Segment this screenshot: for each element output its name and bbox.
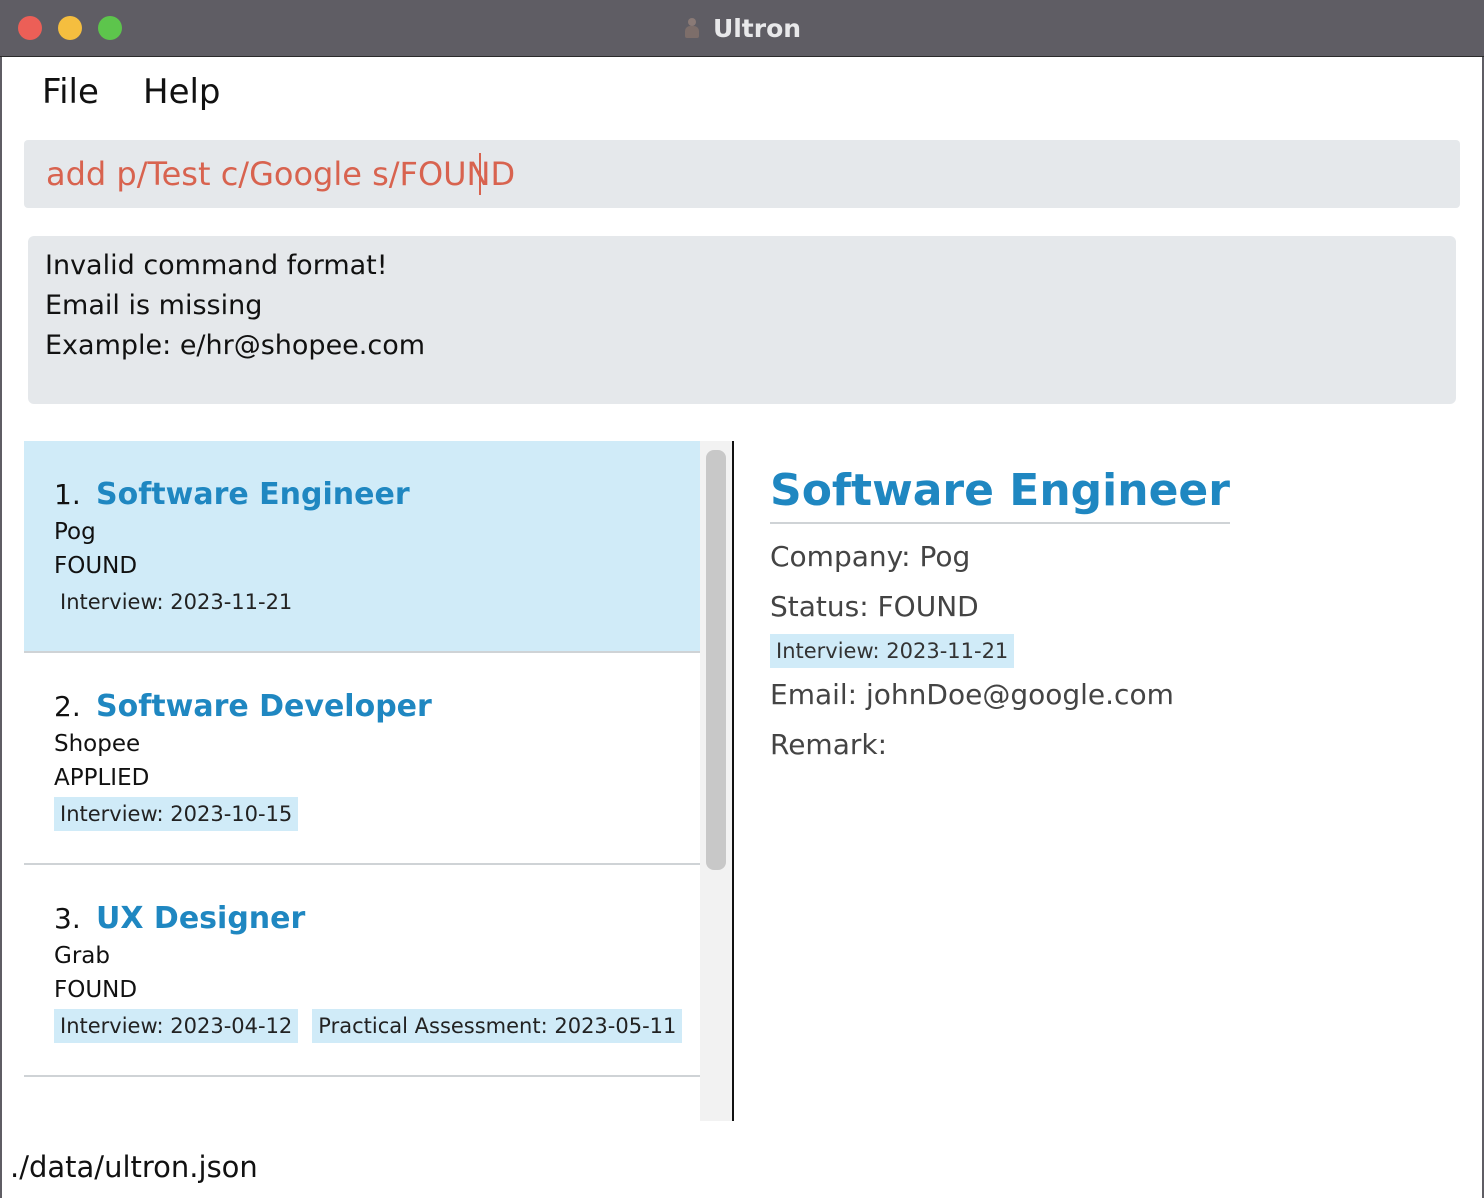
opening-list[interactable]: 1. Software Engineer Pog FOUND Interview… [24, 441, 700, 1121]
card-index: 2. [54, 690, 81, 723]
card-index: 1. [54, 478, 81, 511]
text-caret [479, 153, 481, 195]
card-status: APPLIED [54, 765, 150, 791]
detail-status: Status: FOUND [770, 590, 979, 623]
card-role: UX Designer [96, 901, 306, 936]
detail-remark: Remark: [770, 728, 888, 761]
window-frame-left [0, 57, 2, 1198]
window-title-group: Ultron [0, 0, 1484, 56]
event-tag: Practical Assessment: 2023-05-11 [312, 1009, 683, 1043]
event-tag: Interview: 2023-11-21 [60, 590, 293, 614]
result-line: Invalid command format! [45, 250, 388, 281]
menu-help[interactable]: Help [143, 72, 221, 112]
title-bar: Ultron [0, 0, 1484, 57]
opening-card[interactable]: 1. Software Engineer Pog FOUND Interview… [24, 441, 700, 653]
detail-email: Email: johnDoe@google.com [770, 678, 1174, 711]
card-index: 3. [54, 902, 81, 935]
panel-divider[interactable] [732, 441, 734, 1121]
card-company: Grab [54, 943, 110, 969]
card-company: Shopee [54, 731, 141, 757]
menu-bar: File Help [2, 58, 1482, 128]
card-role: Software Engineer [96, 477, 410, 512]
result-display: Invalid command format! Email is missing… [28, 236, 1456, 404]
detail-event-tag: Interview: 2023-11-21 [770, 634, 1015, 668]
command-input[interactable] [46, 155, 1426, 193]
result-line: Email is missing [45, 290, 263, 321]
list-scrollbar-thumb[interactable] [706, 450, 726, 870]
card-status: FOUND [54, 977, 138, 1003]
card-role: Software Developer [96, 689, 432, 724]
detail-title: Software Engineer [770, 462, 1230, 524]
card-status: FOUND [54, 553, 138, 579]
card-company: Pog [54, 519, 96, 545]
event-tag: Interview: 2023-10-15 [54, 797, 299, 831]
command-box[interactable] [24, 140, 1460, 208]
window-title: Ultron [712, 13, 802, 43]
app-icon [683, 17, 701, 39]
event-tag: Interview: 2023-04-12 [54, 1009, 299, 1043]
save-location-status: ./data/ultron.json [10, 1150, 258, 1184]
menu-file[interactable]: File [42, 72, 99, 112]
detail-company: Company: Pog [770, 540, 971, 573]
opening-card[interactable]: 3. UX Designer Grab FOUND Interview: 202… [24, 865, 700, 1077]
result-line: Example: e/hr@shopee.com [45, 330, 426, 361]
opening-card[interactable]: 2. Software Developer Shopee APPLIED Int… [24, 653, 700, 865]
opening-detail-panel: Software Engineer Company: Pog Status: F… [770, 462, 1450, 770]
